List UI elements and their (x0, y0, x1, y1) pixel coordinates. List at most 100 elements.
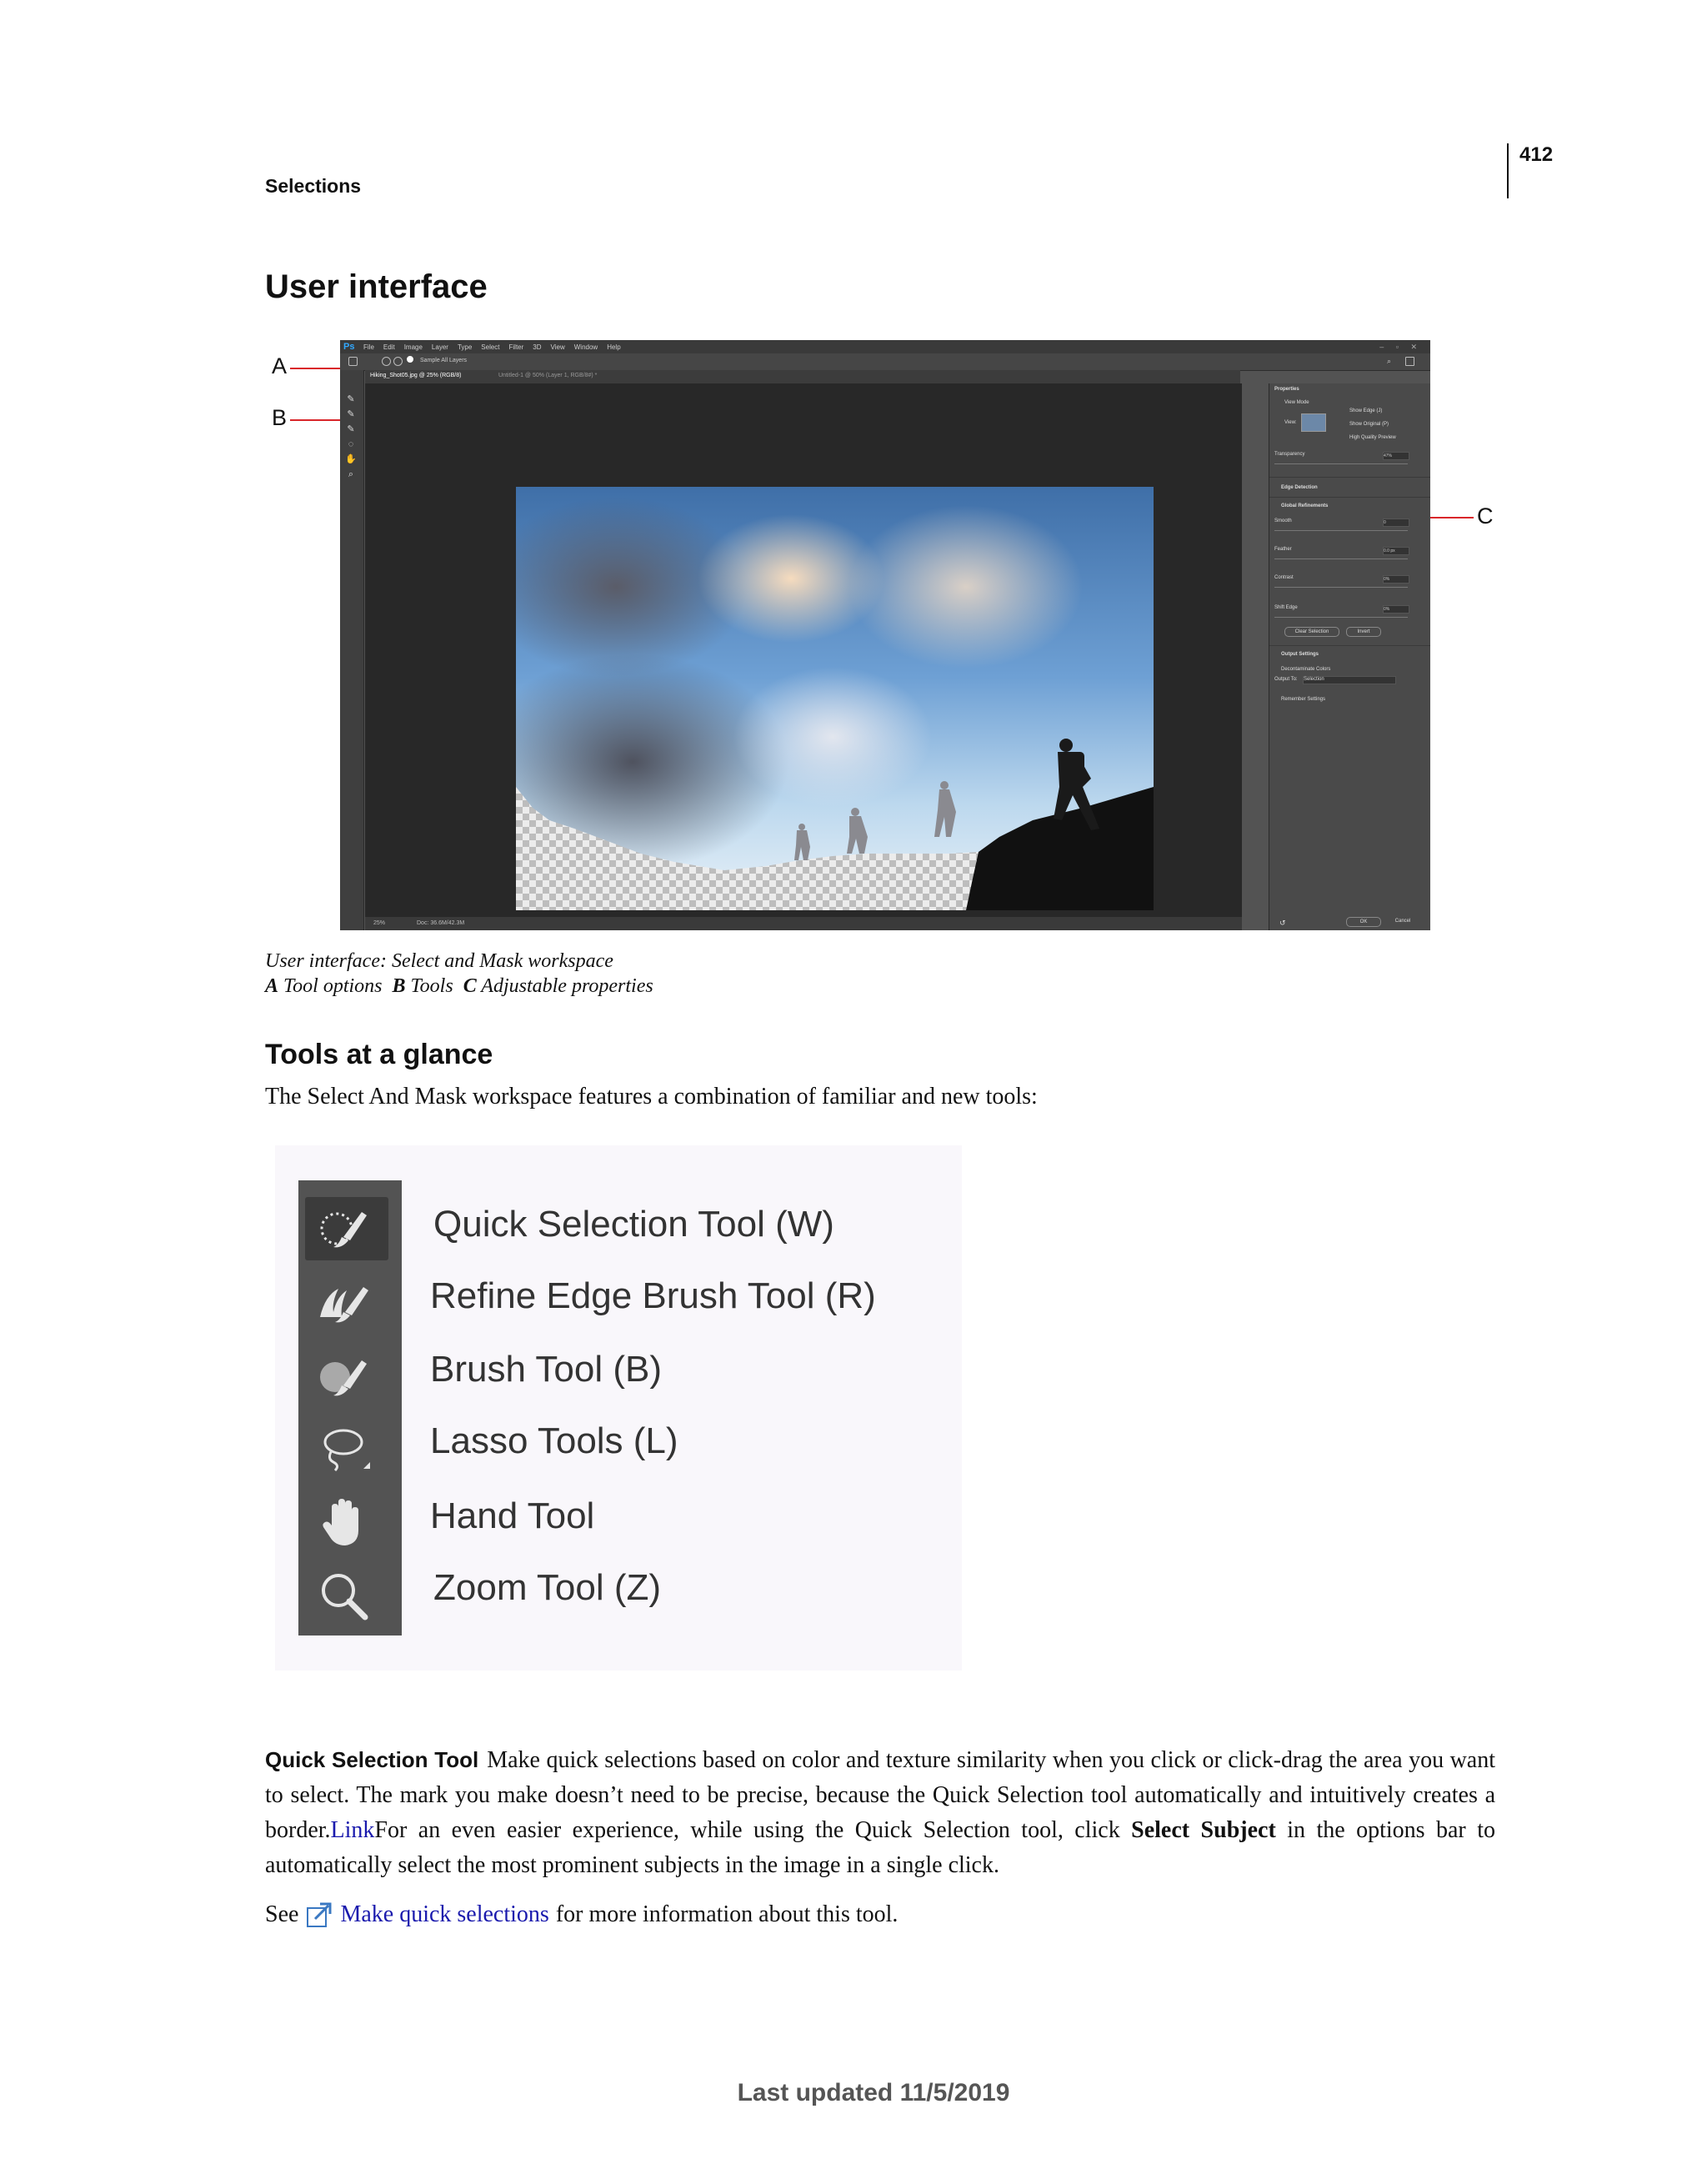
callout-b: B (272, 405, 288, 430)
high-quality-preview-checkbox[interactable]: High Quality Preview (1349, 435, 1396, 440)
decontaminate-colors-checkbox[interactable]: Decontaminate Colors (1281, 667, 1330, 672)
menu-window[interactable]: Window (574, 343, 598, 351)
quick-selection-paragraph: Quick Selection Tool Make quick selection… (265, 1742, 1495, 1883)
see-also-paragraph: See Make quick selections for more infor… (265, 1901, 898, 1929)
caption-title: User interface: Select and Mask workspac… (265, 950, 613, 972)
caption-c-letter: C (463, 975, 477, 997)
zoom-icon[interactable] (313, 1565, 373, 1625)
shift-edge-value[interactable]: 0% (1383, 605, 1409, 614)
contrast-slider[interactable] (1274, 587, 1408, 588)
clear-selection-button[interactable]: Clear Selection (1284, 627, 1339, 637)
quick-selection-term: Quick Selection Tool (265, 1747, 479, 1772)
intro-paragraph: The Select And Mask workspace features a… (265, 1084, 1038, 1110)
brush-size-icon[interactable] (407, 356, 413, 363)
cancel-button[interactable]: Cancel (1386, 917, 1419, 925)
callout-b-line (290, 419, 342, 421)
callout-c-line (1425, 517, 1474, 518)
contrast-value[interactable]: 0% (1383, 575, 1409, 584)
smooth-value[interactable]: 0 (1383, 518, 1409, 527)
shift-edge-label: Shift Edge (1274, 605, 1298, 610)
caption-c-text: Adjustable properties (481, 975, 653, 997)
menu-help[interactable]: Help (607, 343, 620, 351)
footer-last-updated: Last updated 11/5/2019 (737, 2079, 1010, 2106)
menu-edit[interactable]: Edit (383, 343, 395, 351)
callout-c: C (1477, 503, 1494, 528)
make-quick-selections-link[interactable]: Make quick selections (340, 1901, 548, 1928)
select-subject-term: Select Subject (1131, 1817, 1276, 1843)
view-thumbnail[interactable] (1301, 413, 1326, 432)
add-to-selection-icon[interactable] (382, 357, 391, 366)
reset-icon[interactable]: ↺ (1279, 919, 1286, 928)
tool-label-refine-edge-brush: Refine Edge Brush Tool (R) (430, 1275, 876, 1316)
divider (1269, 497, 1430, 498)
smooth-slider[interactable] (1274, 530, 1408, 531)
invert-button[interactable]: Invert (1346, 627, 1381, 637)
tools-at-a-glance-figure: Quick Selection Tool (W) Refine Edge Bru… (275, 1145, 962, 1671)
tool-strip (298, 1180, 402, 1635)
output-to-select[interactable]: Selection (1303, 676, 1396, 684)
subtract-from-selection-icon[interactable] (393, 357, 403, 366)
menu-layer[interactable]: Layer (432, 343, 448, 351)
menu-image[interactable]: Image (404, 343, 423, 351)
refine-edge-brush-icon[interactable]: ✎ (345, 408, 357, 420)
menu-type[interactable]: Type (458, 343, 472, 351)
menu-view[interactable]: View (551, 343, 565, 351)
hand-icon[interactable] (313, 1492, 373, 1552)
contrast-label: Contrast (1274, 575, 1294, 580)
canvas-area[interactable] (365, 383, 1242, 917)
window-controls[interactable]: – ▫ ✕ (1379, 343, 1430, 352)
workspace-icon[interactable] (1405, 357, 1414, 366)
tool-label-quick-selection: Quick Selection Tool (W) (433, 1204, 834, 1245)
edge-detection-section[interactable]: Edge Detection (1281, 485, 1318, 490)
transparency-slider[interactable] (1274, 463, 1408, 464)
brush-icon[interactable]: ✎ (345, 423, 357, 435)
select-and-mask-screenshot: Ps File Edit Image Layer Type Select Fil… (340, 340, 1430, 930)
hill-silhouette (516, 739, 1154, 910)
see-prefix: See (265, 1901, 299, 1927)
view-label: View: (1284, 420, 1297, 425)
sample-all-layers-checkbox[interactable]: Sample All Layers (420, 358, 467, 363)
section-title: User interface (265, 268, 488, 305)
menu-filter[interactable]: Filter (509, 343, 524, 351)
see-suffix: for more information about this tool. (555, 1901, 899, 1927)
hand-icon[interactable]: ✋ (345, 453, 357, 465)
output-settings-section[interactable]: Output Settings (1281, 652, 1319, 657)
ok-button[interactable]: OK (1346, 917, 1381, 927)
transparency-value[interactable]: 47% (1383, 452, 1409, 460)
inline-link[interactable]: Link (331, 1817, 375, 1843)
menu-3d[interactable]: 3D (533, 343, 541, 351)
caption-a-text: Tool options (283, 975, 383, 997)
status-bar: 25% Doc: 36.6M/42.3M (365, 917, 1242, 930)
tool-label-brush: Brush Tool (B) (430, 1349, 662, 1390)
tab-hiking[interactable]: Hiking_Shot05.jpg @ 25% (RGB/8) (370, 373, 461, 378)
brush-icon[interactable] (313, 1345, 373, 1405)
quick-selection-icon[interactable]: ✎ (345, 393, 357, 405)
page-number: 412 (1519, 143, 1554, 166)
shift-edge-slider[interactable] (1274, 617, 1408, 618)
show-original-checkbox[interactable]: Show Original (P) (1349, 422, 1389, 427)
lasso-icon[interactable] (313, 1419, 373, 1479)
transparency-label: Transparency (1274, 452, 1305, 457)
status-doc-size: Doc: 36.6M/42.3M (417, 920, 465, 926)
callout-a: A (272, 353, 288, 378)
menu-file[interactable]: File (363, 343, 374, 351)
properties-tab[interactable]: Properties (1274, 387, 1299, 392)
lasso-icon[interactable]: ◌ (345, 438, 357, 450)
tab-untitled[interactable]: Untitled-1 @ 50% (Layer 1, RGB/8#) * (498, 373, 597, 378)
search-icon[interactable]: ⌕ (1387, 357, 1396, 366)
divider (1269, 477, 1430, 478)
subsection-title: Tools at a glance (265, 1039, 493, 1070)
show-edge-checkbox[interactable]: Show Edge (J) (1349, 408, 1382, 413)
zoom-icon[interactable]: ⌕ (345, 468, 357, 480)
global-refinements-section[interactable]: Global Refinements (1281, 503, 1328, 508)
feather-value[interactable]: 0.0 px (1383, 547, 1409, 555)
remember-settings-checkbox[interactable]: Remember Settings (1281, 697, 1325, 702)
external-link-icon[interactable] (305, 1901, 333, 1929)
figure-caption: User interface: Select and Mask workspac… (265, 949, 653, 999)
refine-edge-brush-icon[interactable] (313, 1272, 373, 1332)
tool-options-bar: Sample All Layers ⌕ (340, 353, 1430, 371)
quick-selection-icon[interactable] (313, 1199, 373, 1259)
menu-select[interactable]: Select (481, 343, 499, 351)
running-head: Selections (265, 175, 362, 197)
tool-preset-icon[interactable] (348, 357, 358, 366)
